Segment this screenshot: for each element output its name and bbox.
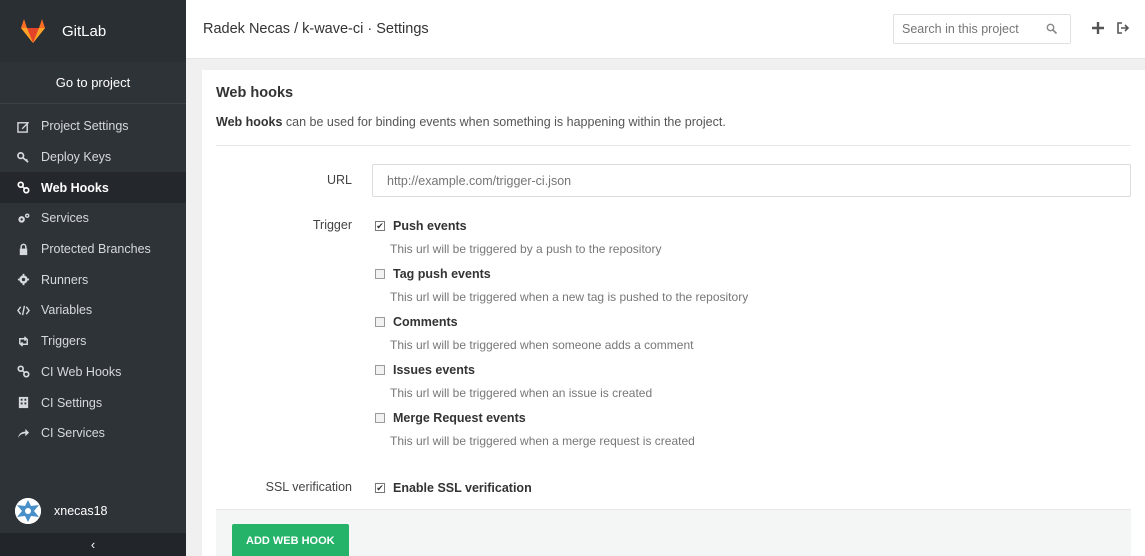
sidebar-item-services[interactable]: Services bbox=[0, 203, 186, 234]
description-text: can be used for binding events when some… bbox=[282, 115, 726, 129]
chevron-left-icon: ‹ bbox=[90, 537, 96, 552]
cogs-icon bbox=[16, 211, 30, 225]
sidebar-item-protected-branches[interactable]: Protected Branches bbox=[0, 234, 186, 265]
avatar bbox=[15, 498, 41, 524]
issues-events-checkbox[interactable] bbox=[375, 365, 385, 375]
sidebar-item-label: Services bbox=[41, 211, 89, 226]
sidebar-item-label: Deploy Keys bbox=[41, 150, 112, 165]
new-project-button[interactable] bbox=[1090, 20, 1106, 36]
sidebar-nav: Project Settings Deploy Keys Web Hooks S… bbox=[0, 111, 186, 449]
retweet-icon bbox=[16, 334, 30, 348]
brand[interactable]: GitLab bbox=[0, 0, 186, 62]
sign-out-button[interactable] bbox=[1115, 20, 1131, 36]
sidebar-item-label: CI Settings bbox=[41, 395, 103, 410]
go-to-project-link[interactable]: Go to project bbox=[0, 62, 186, 104]
sidebar-item-web-hooks[interactable]: Web Hooks bbox=[0, 172, 186, 204]
sign-out-icon bbox=[1117, 22, 1130, 34]
trigger-option-label: Tag push events bbox=[393, 267, 491, 281]
app-name: GitLab bbox=[62, 22, 107, 40]
trigger-option-label: Push events bbox=[393, 219, 467, 233]
trigger-option-help: This url will be triggered when a new ta… bbox=[390, 290, 749, 304]
trigger-label: Trigger bbox=[312, 218, 352, 232]
trigger-option-comments: Comments This url will be triggered when… bbox=[372, 314, 693, 352]
trigger-option-merge-request-events: Merge Request events This url will be tr… bbox=[372, 410, 695, 448]
sidebar-item-project-settings[interactable]: Project Settings bbox=[0, 111, 186, 142]
trigger-option-help: This url will be triggered when a merge … bbox=[390, 434, 695, 448]
main-content: Web hooks Web hooks can be used for bind… bbox=[186, 60, 1145, 556]
trigger-option-label: Comments bbox=[393, 315, 458, 329]
tag-push-events-checkbox[interactable] bbox=[375, 269, 385, 279]
code-icon bbox=[16, 303, 30, 317]
sidebar-item-ci-services[interactable]: CI Services bbox=[0, 418, 186, 449]
divider bbox=[216, 145, 1131, 146]
ssl-verification-label: SSL verification bbox=[265, 480, 352, 494]
add-web-hook-button[interactable]: ADD WEB HOOK bbox=[232, 524, 349, 556]
description-emphasis: Web hooks bbox=[216, 115, 283, 129]
edit-icon bbox=[16, 119, 30, 133]
sidebar-item-label: Variables bbox=[41, 303, 93, 318]
plus-icon bbox=[1092, 22, 1104, 34]
username: xnecas18 bbox=[54, 504, 108, 518]
trigger-option-label: Merge Request events bbox=[393, 411, 526, 425]
web-hooks-panel: Web hooks Web hooks can be used for bind… bbox=[202, 70, 1145, 556]
trigger-option-tag-push-events: Tag push events This url will be trigger… bbox=[372, 266, 748, 304]
gitlab-logo-icon bbox=[21, 19, 45, 43]
ssl-verification-option: ✔ Enable SSL verification bbox=[372, 480, 532, 496]
url-label: URL bbox=[326, 173, 352, 187]
trigger-option-issues-events: Issues events This url will be triggered… bbox=[372, 362, 652, 400]
trigger-option-label: Issues events bbox=[393, 363, 475, 377]
share-icon bbox=[16, 426, 30, 440]
sidebar-item-label: Web Hooks bbox=[41, 180, 109, 195]
sidebar-item-triggers[interactable]: Triggers bbox=[0, 326, 186, 357]
key-icon bbox=[16, 150, 30, 164]
sidebar-item-label: CI Web Hooks bbox=[41, 364, 122, 379]
merge-request-events-checkbox[interactable] bbox=[375, 413, 385, 423]
section-description: Web hooks can be used for binding events… bbox=[216, 115, 726, 129]
link-icon bbox=[16, 181, 30, 195]
sidebar-item-label: Runners bbox=[41, 272, 89, 287]
trigger-option-help: This url will be triggered when someone … bbox=[390, 338, 694, 352]
page-title: Radek Necas / k-wave-ci · Settings bbox=[203, 21, 429, 37]
link-icon bbox=[16, 365, 30, 379]
gear-icon bbox=[16, 273, 30, 287]
top-header: Radek Necas / k-wave-ci · Settings bbox=[186, 0, 1145, 59]
trigger-option-push-events: ✔ Push events This url will be triggered … bbox=[372, 218, 661, 256]
ssl-verification-option-label: Enable SSL verification bbox=[393, 481, 532, 495]
sidebar-item-runners[interactable]: Runners bbox=[0, 264, 186, 295]
search-box bbox=[893, 14, 1071, 44]
user-profile-link[interactable]: xnecas18 bbox=[0, 490, 186, 532]
building-icon bbox=[16, 396, 30, 410]
sidebar-item-variables[interactable]: Variables bbox=[0, 295, 186, 326]
sidebar-item-deploy-keys[interactable]: Deploy Keys bbox=[0, 142, 186, 173]
collapse-sidebar-button[interactable]: ‹ bbox=[0, 533, 186, 556]
push-events-checkbox[interactable]: ✔ bbox=[375, 221, 385, 231]
section-heading: Web hooks bbox=[216, 85, 294, 101]
sidebar-item-ci-web-hooks[interactable]: CI Web Hooks bbox=[0, 357, 186, 388]
trigger-option-help: This url will be triggered by a push to … bbox=[390, 242, 662, 256]
sidebar-item-label: Project Settings bbox=[41, 119, 129, 134]
url-input[interactable] bbox=[372, 164, 1131, 197]
lock-icon bbox=[16, 242, 30, 256]
ssl-verification-checkbox[interactable]: ✔ bbox=[375, 483, 385, 493]
sidebar-item-label: Triggers bbox=[41, 334, 87, 349]
search-icon bbox=[1046, 23, 1058, 35]
trigger-option-help: This url will be triggered when an issue… bbox=[390, 386, 653, 400]
search-input[interactable] bbox=[902, 22, 1042, 36]
sidebar-item-label: CI Services bbox=[41, 426, 105, 441]
sidebar-item-ci-settings[interactable]: CI Settings bbox=[0, 387, 186, 418]
form-actions: ADD WEB HOOK bbox=[216, 509, 1131, 556]
sidebar-item-label: Protected Branches bbox=[41, 242, 151, 257]
sidebar: GitLab Go to project Project Settings De… bbox=[0, 0, 186, 556]
comments-checkbox[interactable] bbox=[375, 317, 385, 327]
